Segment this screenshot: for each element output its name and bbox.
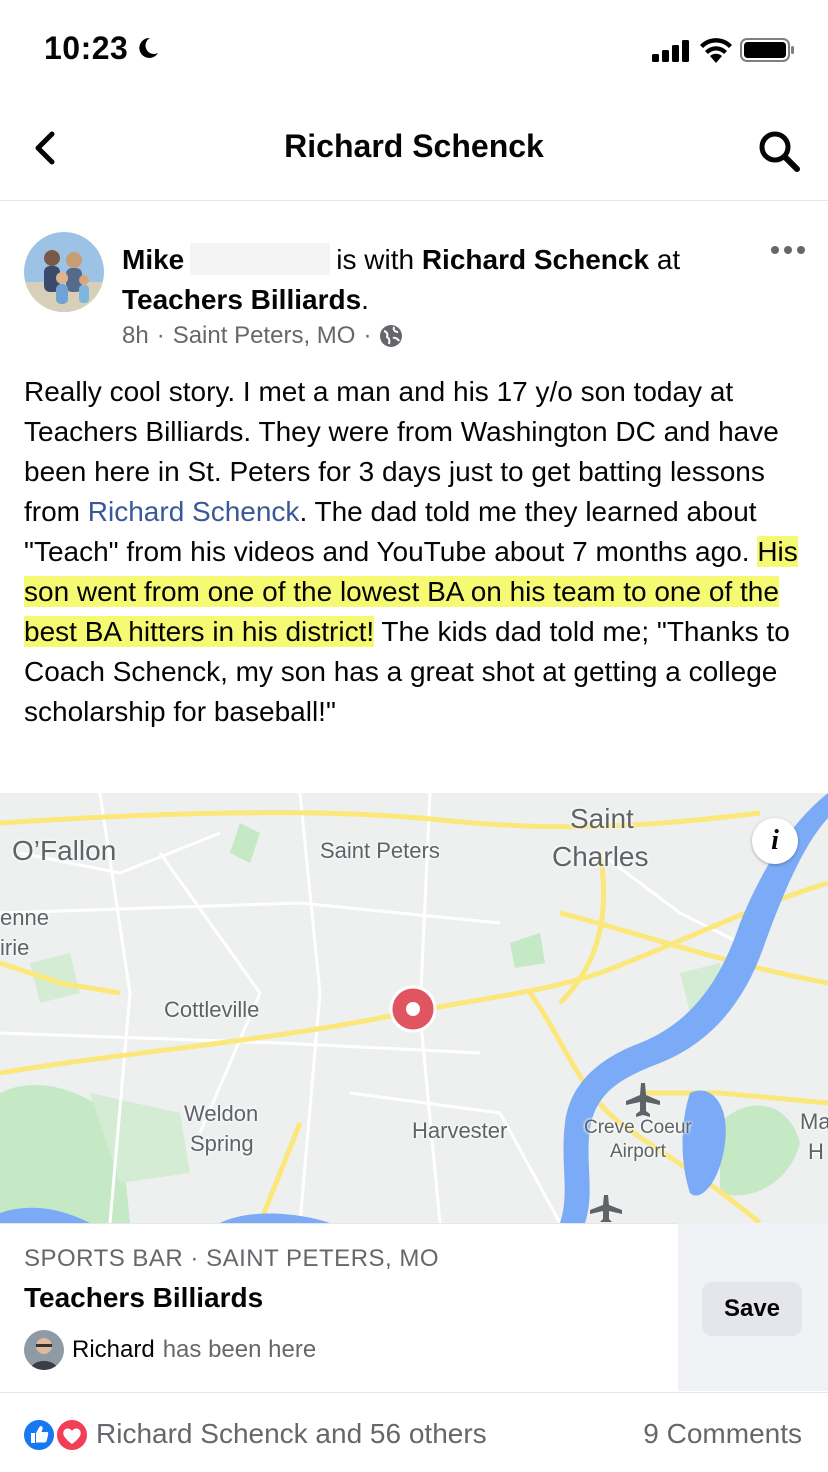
location-map[interactable]: O’Fallon Saint Peters Saint Charles enne…: [0, 793, 828, 1223]
globe-icon: [380, 325, 403, 347]
map-label-ma: Ma: [800, 1109, 828, 1134]
mention-link[interactable]: Richard Schenck: [88, 496, 300, 527]
map-label-saint: Saint: [570, 803, 634, 834]
at-text: at: [656, 244, 681, 275]
visitor-name[interactable]: Richard: [72, 1336, 155, 1364]
map-label-creve-coeur: Creve Coeur: [584, 1117, 692, 1138]
post-location[interactable]: Saint Peters, MO: [173, 322, 356, 350]
more-options-icon[interactable]: [770, 240, 806, 260]
author-avatar[interactable]: [24, 232, 104, 312]
map-label-charles: Charles: [552, 841, 649, 872]
save-button[interactable]: Save: [702, 1282, 802, 1336]
battery-icon: [740, 38, 794, 62]
map-label-irie: irie: [0, 935, 30, 960]
post-meta: 8h · Saint Peters, MO ·: [122, 322, 403, 350]
map-info-button[interactable]: i: [752, 818, 798, 864]
reactions-count[interactable]: Richard Schenck and 56 others: [96, 1418, 487, 1450]
visitor-avatar[interactable]: [24, 1330, 64, 1370]
redacted-surname: [190, 243, 331, 275]
love-icon: [55, 1418, 89, 1452]
map-label-airport: Airport: [610, 1141, 666, 1162]
wifi-icon: [700, 38, 732, 63]
comments-count[interactable]: 9 Comments: [643, 1418, 802, 1450]
map-label-spring: Spring: [190, 1131, 254, 1156]
post-time[interactable]: 8h: [122, 322, 149, 350]
reaction-icons[interactable]: [22, 1418, 92, 1452]
status-bar: 10:23: [0, 0, 828, 100]
search-icon[interactable]: [756, 128, 802, 174]
map-label-h: H: [808, 1139, 824, 1164]
moon-icon: [139, 37, 158, 58]
map-label-harvester: Harvester: [412, 1118, 508, 1143]
with-text: is with: [336, 244, 415, 275]
visitor-text: has been here: [162, 1336, 317, 1363]
map-label-ofallon: O’Fallon: [12, 835, 117, 866]
place-name[interactable]: Teachers Billiards: [24, 1282, 263, 1314]
place-category: SPORTS BAR · SAINT PETERS, MO: [24, 1245, 440, 1272]
like-icon: [22, 1418, 56, 1452]
map-label-saint-peters: Saint Peters: [320, 838, 440, 863]
map-label-enne: enne: [0, 905, 49, 930]
visitor-row: Richard has been here: [24, 1330, 316, 1370]
post-author-line: Mike is with Richard Schenck at Teachers …: [122, 243, 681, 315]
map-label-weldon: Weldon: [184, 1101, 259, 1126]
tagged-user[interactable]: Richard Schenck: [422, 244, 649, 275]
post-body: Really cool story. I met a man and his 1…: [24, 376, 798, 727]
map-label-cottleville: Cottleville: [164, 997, 260, 1022]
status-time: 10:23: [44, 30, 129, 66]
cellular-signal-icon: [652, 40, 689, 62]
page-title: Richard Schenck: [284, 128, 544, 164]
place-link[interactable]: Teachers Billiards: [122, 284, 361, 315]
author-name[interactable]: Mike: [122, 244, 184, 275]
